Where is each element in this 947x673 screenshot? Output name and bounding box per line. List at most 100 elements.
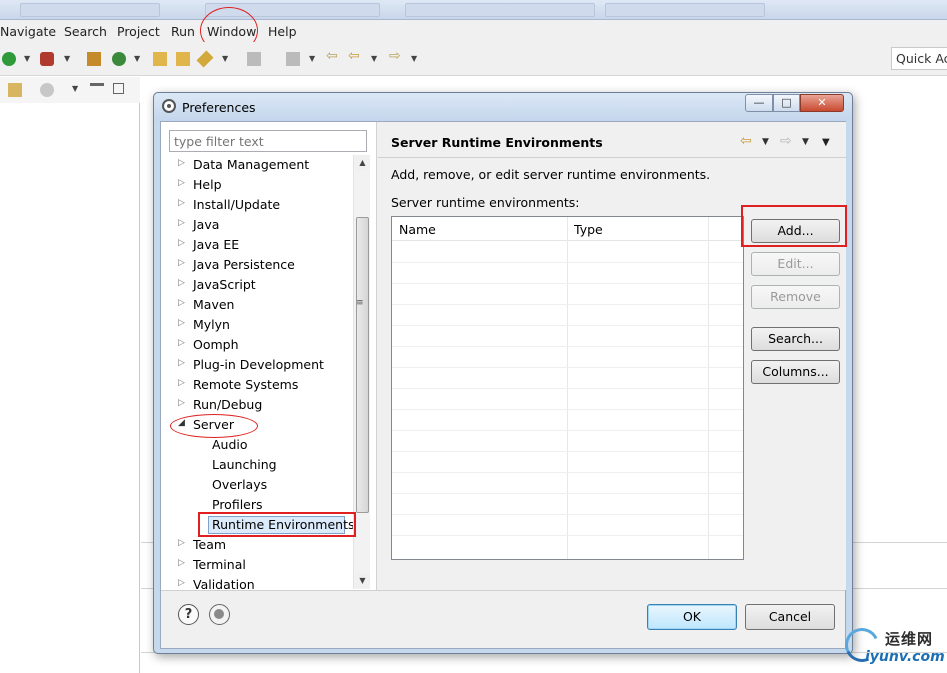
grip-icon: ≡ xyxy=(356,298,364,308)
forward-arrow-icon[interactable]: ⇨ xyxy=(780,133,792,149)
expand-arrow-icon[interactable]: ▷ xyxy=(178,358,185,368)
left-view-toolbar: ▼ xyxy=(0,77,140,103)
nav-icon[interactable] xyxy=(286,52,300,66)
record-icon[interactable] xyxy=(209,604,230,625)
tree-item-mylyn[interactable]: ▷ Mylyn xyxy=(161,315,353,335)
chevron-down-icon[interactable]: ▼ xyxy=(309,54,315,63)
scrollbar-thumb[interactable] xyxy=(356,217,369,513)
expand-arrow-icon[interactable]: ▷ xyxy=(178,538,185,548)
tree-item-oomph[interactable]: ▷ Oomph xyxy=(161,335,353,355)
expand-arrow-icon[interactable]: ▷ xyxy=(178,318,185,328)
tree-item-label: Plug-in Development xyxy=(193,357,324,372)
expand-arrow-icon[interactable]: ▷ xyxy=(178,378,185,388)
watermark-cn: 运维网 xyxy=(885,630,934,648)
dialog-titlebar[interactable]: Preferences — □ ✕ xyxy=(154,93,852,121)
tree-item-java-persistence[interactable]: ▷ Java Persistence xyxy=(161,255,353,275)
tree-item-overlays[interactable]: Overlays xyxy=(161,475,353,495)
tree-item-java[interactable]: ▷ Java xyxy=(161,215,353,235)
back-icon[interactable]: ⇦ xyxy=(326,48,340,64)
os-taskbar xyxy=(0,0,947,20)
menu-search[interactable]: Search xyxy=(64,24,107,39)
search-button[interactable]: Search... xyxy=(751,327,840,351)
sync-icon[interactable] xyxy=(8,83,22,97)
expand-arrow-icon[interactable]: ▷ xyxy=(178,338,185,348)
chevron-down-icon[interactable]: ▼ xyxy=(64,54,70,63)
expand-arrow-icon[interactable]: ▷ xyxy=(178,298,185,308)
scroll-up-icon[interactable]: ▲ xyxy=(355,155,370,170)
tree-item-java-ee[interactable]: ▷ Java EE xyxy=(161,235,353,255)
tree-item-validation[interactable]: ▷ Validation xyxy=(161,575,353,589)
taskbar-tab[interactable] xyxy=(20,3,160,17)
chevron-down-icon[interactable]: ▼ xyxy=(802,137,809,147)
expand-arrow-icon[interactable]: ▷ xyxy=(178,178,185,188)
chevron-down-icon[interactable]: ▼ xyxy=(762,137,769,147)
filter-icon[interactable] xyxy=(40,83,54,97)
forward-icon[interactable]: ⇨ xyxy=(389,48,403,64)
tree-item-terminal[interactable]: ▷ Terminal xyxy=(161,555,353,575)
ok-button[interactable]: OK xyxy=(647,604,737,630)
expand-arrow-icon[interactable]: ▷ xyxy=(178,258,185,268)
expand-arrow-icon[interactable]: ▷ xyxy=(178,278,185,288)
edit-button[interactable]: Edit... xyxy=(751,252,840,276)
expand-arrow-icon[interactable]: ▷ xyxy=(178,398,185,408)
menu-navigate[interactable]: Navigate xyxy=(0,24,56,39)
tree-item-run-debug[interactable]: ▷ Run/Debug xyxy=(161,395,353,415)
tree-item-help[interactable]: ▷ Help xyxy=(161,175,353,195)
expand-arrow-icon[interactable]: ▷ xyxy=(178,558,185,568)
view-menu-icon[interactable]: ▼ xyxy=(822,137,830,148)
tree-item-install-update[interactable]: ▷ Install/Update xyxy=(161,195,353,215)
close-button[interactable]: ✕ xyxy=(800,94,844,112)
package-icon[interactable] xyxy=(87,52,101,66)
tree-item-launching[interactable]: Launching xyxy=(161,455,353,475)
tree-item-javascript[interactable]: ▷ JavaScript xyxy=(161,275,353,295)
taskbar-tab[interactable] xyxy=(405,3,595,17)
tree-item-audio[interactable]: Audio xyxy=(161,435,353,455)
quick-access-field[interactable]: Quick Access xyxy=(891,47,947,70)
help-icon[interactable]: ? xyxy=(178,604,199,625)
chevron-down-icon[interactable]: ▼ xyxy=(222,54,228,63)
tree-item-data-management[interactable]: ▷ Data Management xyxy=(161,155,353,175)
back-arrow-icon[interactable]: ⇦ xyxy=(740,133,752,149)
expand-arrow-icon[interactable]: ▷ xyxy=(178,218,185,228)
menu-project[interactable]: Project xyxy=(117,24,160,39)
minimize-button[interactable]: — xyxy=(745,94,773,112)
taskbar-tab[interactable] xyxy=(605,3,765,17)
cancel-button[interactable]: Cancel xyxy=(745,604,835,630)
tree-item-remote-systems[interactable]: ▷ Remote Systems xyxy=(161,375,353,395)
tree-item-plugin-development[interactable]: ▷ Plug-in Development xyxy=(161,355,353,375)
scroll-down-icon[interactable]: ▼ xyxy=(355,573,370,588)
run-icon[interactable] xyxy=(2,52,16,66)
refresh-icon[interactable] xyxy=(112,52,126,66)
column-header-type[interactable]: Type xyxy=(574,222,603,237)
expand-arrow-icon[interactable]: ▷ xyxy=(178,158,185,168)
tree-item-team[interactable]: ▷ Team xyxy=(161,535,353,555)
chevron-down-icon[interactable]: ▼ xyxy=(134,54,140,63)
chevron-down-icon[interactable]: ▼ xyxy=(24,54,30,63)
menu-help[interactable]: Help xyxy=(268,24,297,39)
open-folder-icon[interactable] xyxy=(153,52,167,66)
menu-run[interactable]: Run xyxy=(171,24,195,39)
minimize-icon[interactable] xyxy=(90,83,104,86)
view-menu-icon[interactable]: ▼ xyxy=(72,84,78,93)
tree-item-label: Team xyxy=(193,537,227,552)
expand-arrow-icon[interactable]: ▷ xyxy=(178,578,185,588)
debug-icon[interactable] xyxy=(40,52,54,66)
chevron-down-icon[interactable]: ▼ xyxy=(411,54,417,63)
chevron-down-icon[interactable]: ▼ xyxy=(371,54,377,63)
folder-icon[interactable] xyxy=(176,52,190,66)
prev-edit-icon[interactable]: ⇦ xyxy=(348,48,362,64)
maximize-icon[interactable] xyxy=(113,83,124,94)
tree-item-maven[interactable]: ▷ Maven xyxy=(161,295,353,315)
tree-item-label: Mylyn xyxy=(193,317,230,332)
columns-button[interactable]: Columns... xyxy=(751,360,840,384)
divider xyxy=(378,157,846,158)
filter-input[interactable] xyxy=(169,130,367,152)
pen-icon[interactable] xyxy=(196,50,214,68)
column-header-name[interactable]: Name xyxy=(399,222,436,237)
expand-arrow-icon[interactable]: ▷ xyxy=(178,198,185,208)
nav-icon[interactable] xyxy=(247,52,261,66)
maximize-button[interactable]: □ xyxy=(773,94,800,112)
runtime-environments-table[interactable]: Name Type xyxy=(391,216,744,560)
remove-button[interactable]: Remove xyxy=(751,285,840,309)
expand-arrow-icon[interactable]: ▷ xyxy=(178,238,185,248)
